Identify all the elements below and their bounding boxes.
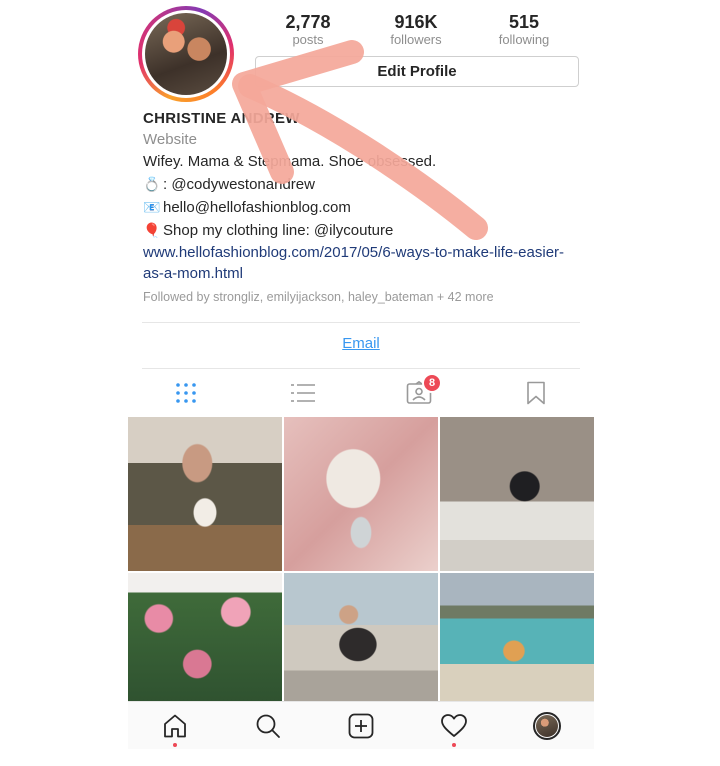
followers-stat[interactable]: 916K followers [366, 12, 466, 48]
tab-tagged[interactable]: 8 [361, 372, 478, 414]
bio-email-text: hello@hellofashionblog.com [163, 199, 351, 216]
bookmark-icon [526, 381, 545, 405]
balloon-icon: 🎈 [143, 222, 161, 238]
nav-profile[interactable] [501, 702, 594, 749]
tab-grid[interactable] [128, 372, 245, 414]
bio-line-1: Wifey. Mama & Stepmama. Shoe obsessed. [143, 153, 437, 170]
search-icon [256, 714, 280, 738]
notification-dot [452, 743, 457, 747]
tagged-badge: 8 [422, 373, 442, 393]
notification-dot [172, 743, 177, 747]
followed-by-text[interactable]: Followed by strongliz, emilyijackson, ha… [143, 288, 583, 306]
bio-line-2: 💍: @codywestonandrew [143, 173, 583, 196]
divider [142, 368, 580, 369]
post-thumbnail[interactable] [284, 417, 438, 571]
grid-icon [176, 383, 197, 403]
posts-stat[interactable]: 2,778 posts [258, 12, 358, 48]
profile-avatar-story-ring[interactable] [138, 6, 234, 102]
envelope-icon: 📧 [143, 199, 161, 215]
heart-icon [441, 713, 468, 737]
edit-profile-button[interactable]: Edit Profile [255, 56, 579, 87]
followers-label: followers [390, 32, 442, 47]
profile-name: CHRISTINE ANDREW [143, 110, 300, 127]
bio-line-4-text[interactable]: Shop my clothing line: @ilycouture [163, 222, 393, 239]
nav-search[interactable] [221, 702, 314, 749]
post-thumbnail[interactable] [128, 573, 282, 701]
ring-icon: 💍 [143, 176, 161, 192]
nav-activity[interactable] [408, 702, 501, 749]
following-stat[interactable]: 515 following [474, 12, 574, 48]
list-icon [290, 384, 315, 402]
bio-line-4: 🎈 Shop my clothing line: @ilycouture [143, 219, 583, 242]
email-button[interactable]: Email [128, 335, 594, 352]
bio-line-2-text[interactable]: : @codywestonandrew [163, 176, 315, 193]
nav-add[interactable] [314, 702, 407, 749]
profile-tabs: 8 [128, 372, 594, 414]
post-thumbnail[interactable] [284, 573, 438, 701]
home-icon [163, 714, 186, 737]
post-thumbnail[interactable] [128, 417, 282, 571]
tab-saved[interactable] [478, 372, 595, 414]
bio-website-link[interactable]: www.hellofashionblog.com/2017/05/6-ways-… [143, 242, 583, 284]
post-thumbnail[interactable] [440, 573, 594, 701]
posts-grid [128, 417, 594, 701]
divider [142, 322, 580, 323]
post-thumbnail[interactable] [440, 417, 594, 571]
bottom-navigation [128, 701, 594, 749]
posts-count: 2,778 [285, 12, 331, 32]
followers-count: 916K [394, 12, 438, 32]
profile-avatar-icon [533, 711, 562, 740]
posts-label: posts [292, 32, 324, 47]
nav-home[interactable] [128, 702, 221, 749]
website-label: Website [143, 131, 197, 148]
following-count: 515 [508, 12, 540, 32]
following-label: following [498, 32, 550, 47]
add-icon [348, 713, 374, 738]
profile-avatar [145, 13, 227, 95]
tab-list[interactable] [245, 372, 362, 414]
bio-line-3: 📧 hello@hellofashionblog.com [143, 196, 583, 219]
profile-bio: CHRISTINE ANDREW Website Wifey. Mama & S… [143, 109, 583, 306]
